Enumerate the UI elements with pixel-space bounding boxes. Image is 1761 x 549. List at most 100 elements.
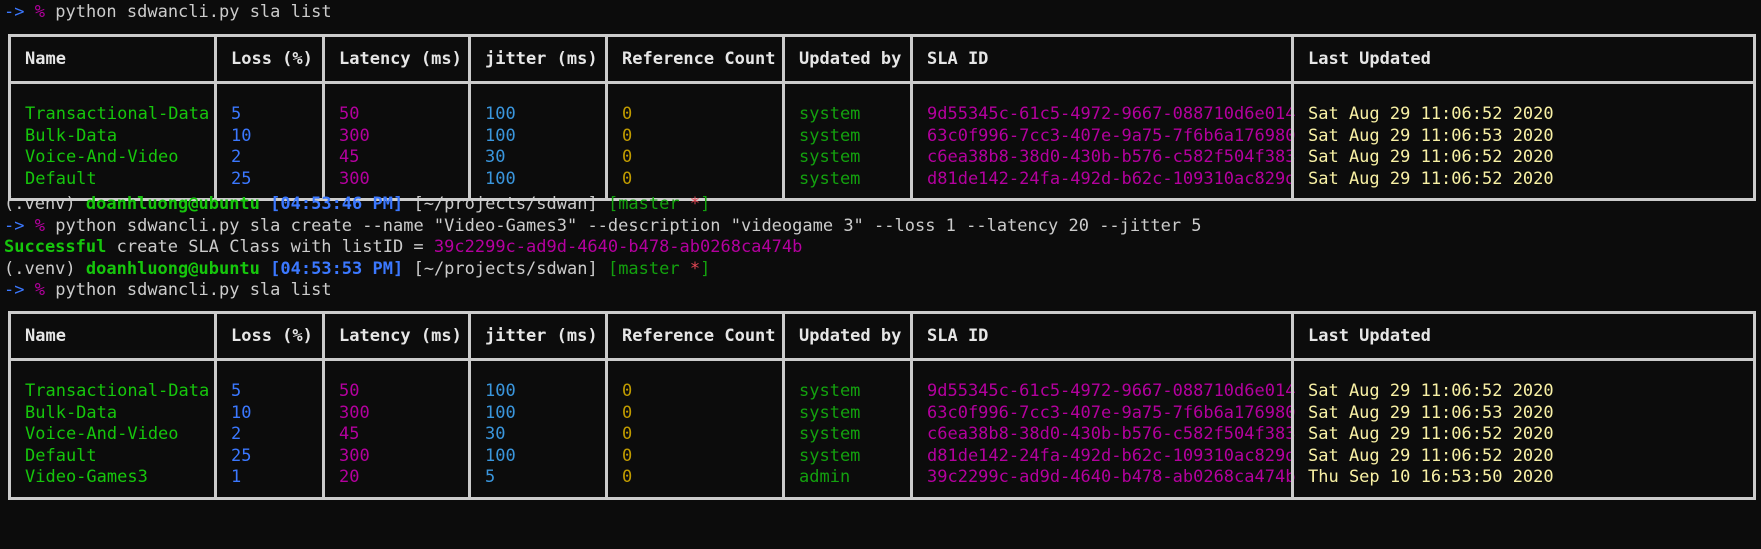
column-header-name: Name — [25, 326, 66, 346]
table-row: Voice-And-Video 2 45 30 0 system c6ea38b8-38d0… — [11, 424, 1753, 446]
cell-jitter: 100 — [485, 125, 516, 146]
prompt-path: [~/projects/sdwan] — [413, 259, 598, 279]
table-row: Video-Games3 1 20 5 0 admin 39c2299c-ad9d-4640… — [11, 467, 1753, 489]
table-row: Transactional-Data 5 50 100 0 system 9d55345c-… — [11, 381, 1753, 403]
prompt-line-1: (.venv) doanhluong@ubuntu [04:53:46 PM] … — [4, 192, 710, 216]
command-line-list-1: -> % python sdwancli.py sla list — [4, 0, 332, 24]
cell-reference-count: 0 — [622, 125, 633, 146]
cell-name: Default — [25, 168, 97, 189]
cell-name: Default — [25, 445, 97, 466]
cell-updated-by: system — [799, 381, 861, 401]
column-header-updated-by: Updated by — [799, 326, 902, 346]
user-host: doanhluong@ubuntu — [85, 259, 260, 279]
prompt-path: [~/projects/sdwan] — [413, 194, 598, 214]
cell-sla-id: 9d55345c-61c5-4972-9667-088710d6e014 — [927, 381, 1296, 401]
cell-reference-count: 0 — [622, 168, 633, 189]
cell-last-updated: Sat Aug 29 11:06:52 2020 — [1308, 445, 1554, 466]
column-header-updated-by: Updated by — [799, 49, 902, 69]
user-host: doanhluong@ubuntu — [85, 194, 260, 214]
cell-loss: 25 — [231, 445, 252, 466]
column-header-loss: Loss (%) — [231, 49, 313, 69]
prompt-percent: % — [34, 216, 45, 236]
status-text: Successful — [4, 237, 107, 257]
cell-sla-id: d81de142-24fa-492d-b62c-109310ac829d — [927, 445, 1296, 466]
column-divider — [468, 314, 471, 497]
column-header-last-updated: Last Updated — [1308, 326, 1431, 346]
column-header-loss: Loss (%) — [231, 326, 313, 346]
cell-name: Transactional-Data — [25, 381, 210, 401]
prompt-time: [04:53:53 PM] — [270, 259, 404, 279]
cell-sla-id: 9d55345c-61c5-4972-9667-088710d6e014 — [927, 104, 1296, 124]
cell-last-updated: Sat Aug 29 11:06:53 2020 — [1308, 125, 1554, 146]
cell-reference-count: 0 — [622, 381, 633, 401]
prompt-arrow: -> — [4, 216, 25, 236]
cell-loss: 5 — [231, 381, 242, 401]
cell-last-updated: Sat Aug 29 11:06:52 2020 — [1308, 147, 1554, 167]
cell-updated-by: system — [799, 445, 861, 466]
git-branch: [master — [607, 259, 680, 279]
cell-sla-id: d81de142-24fa-492d-b62c-109310ac829d — [927, 168, 1296, 189]
cell-loss: 5 — [231, 104, 242, 124]
cell-jitter: 100 — [485, 104, 516, 124]
cell-reference-count: 0 — [622, 104, 633, 124]
cell-updated-by: admin — [799, 467, 851, 487]
prompt-time: [04:53:46 PM] — [270, 194, 404, 214]
cell-jitter: 30 — [485, 147, 506, 167]
column-divider — [910, 37, 913, 198]
cell-jitter: 100 — [485, 381, 516, 401]
column-header-last-updated: Last Updated — [1308, 49, 1431, 69]
cell-name: Voice-And-Video — [25, 424, 179, 444]
cell-updated-by: system — [799, 424, 861, 444]
column-divider — [468, 37, 471, 198]
cell-latency: 50 — [339, 381, 360, 401]
column-divider — [322, 37, 325, 198]
cell-reference-count: 0 — [622, 402, 633, 423]
cell-latency: 300 — [339, 125, 370, 146]
column-divider — [605, 314, 608, 497]
git-branch-close: ] — [700, 259, 711, 279]
cell-loss: 1 — [231, 467, 242, 487]
cell-reference-count: 0 — [622, 147, 633, 167]
column-header-reference-count: Reference Count — [622, 326, 776, 346]
cell-reference-count: 0 — [622, 467, 633, 487]
cell-latency: 20 — [339, 467, 360, 487]
cell-name: Voice-And-Video — [25, 147, 179, 167]
prompt-percent: % — [34, 2, 45, 22]
sla-table-1: Name Loss (%) Latency (ms) jitter (ms) Refer… — [8, 34, 1756, 201]
cell-last-updated: Sat Aug 29 11:06:52 2020 — [1308, 424, 1554, 444]
cell-jitter: 100 — [485, 168, 516, 189]
git-dirty-marker: * — [689, 259, 701, 279]
column-divider — [605, 37, 608, 198]
table-row: Bulk-Data 10 300 100 0 system 63c0f996-7cc3-40… — [11, 403, 1753, 425]
command-text: python sdwancli.py sla create --name "Vi… — [55, 216, 1202, 236]
table-row: Bulk-Data 10 300 100 0 system 63c0f996-7cc3-40… — [11, 126, 1753, 148]
cell-jitter: 30 — [485, 424, 506, 444]
column-divider — [1291, 37, 1294, 198]
cell-reference-count: 0 — [622, 424, 633, 444]
cell-name: Video-Games3 — [25, 467, 148, 487]
column-header-jitter: jitter (ms) — [485, 326, 598, 346]
cell-sla-id: c6ea38b8-38d0-430b-b576-c582f504f383 — [927, 147, 1296, 167]
table-row: Voice-And-Video 2 45 30 0 system c6ea38b8-38d0… — [11, 147, 1753, 169]
column-header-name: Name — [25, 49, 66, 69]
column-divider — [1291, 314, 1294, 497]
cell-loss: 2 — [231, 424, 242, 444]
table-header: Name Loss (%) Latency (ms) jitter (ms) Refer… — [11, 37, 1753, 84]
result-message: create SLA Class with listID = — [116, 237, 424, 257]
column-divider — [214, 37, 217, 198]
cell-name: Bulk-Data — [25, 402, 118, 423]
cell-latency: 50 — [339, 104, 360, 124]
venv-label: (.venv) — [4, 194, 76, 214]
cell-last-updated: Thu Sep 10 16:53:50 2020 — [1308, 467, 1554, 487]
cell-latency: 300 — [339, 168, 370, 189]
cell-loss: 25 — [231, 168, 252, 189]
cell-updated-by: system — [799, 125, 861, 146]
prompt-arrow: -> — [4, 280, 25, 300]
venv-label: (.venv) — [4, 259, 76, 279]
git-branch-close: ] — [700, 194, 711, 214]
cell-sla-id: 39c2299c-ad9d-4640-b478-ab0268ca474b — [927, 467, 1296, 487]
cell-last-updated: Sat Aug 29 11:06:53 2020 — [1308, 402, 1554, 423]
column-header-sla-id: SLA ID — [927, 49, 989, 69]
cell-latency: 300 — [339, 445, 370, 466]
cell-last-updated: Sat Aug 29 11:06:52 2020 — [1308, 168, 1554, 189]
